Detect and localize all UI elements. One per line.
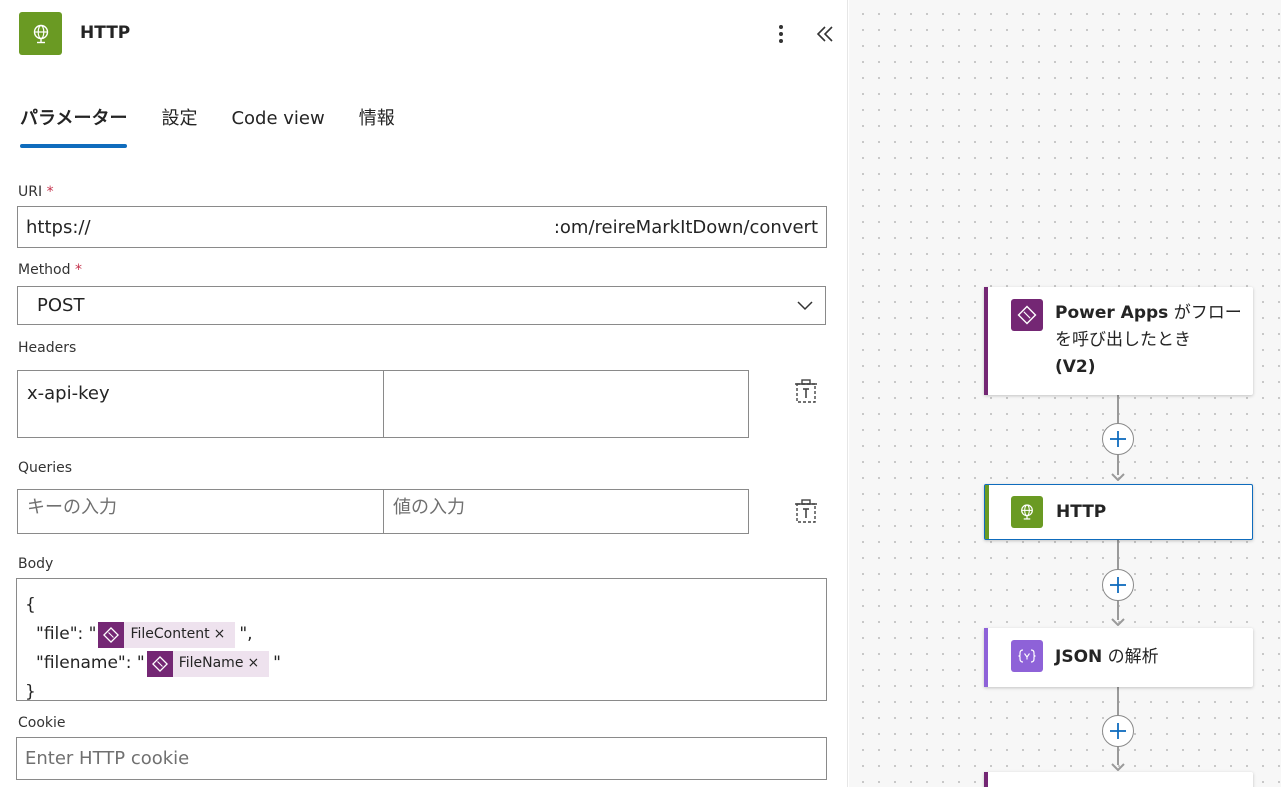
plus-icon [1110, 431, 1126, 447]
step-accent-stripe [984, 287, 988, 395]
uri-label: URI * [18, 184, 54, 200]
tab-about[interactable]: 情報 [359, 104, 395, 148]
flow-step-http[interactable]: HTTP [984, 484, 1253, 540]
step-title: JSON の解析 [1055, 647, 1159, 667]
add-step-button[interactable] [1102, 423, 1134, 455]
flow-step-next[interactable] [984, 772, 1253, 787]
panel-title: HTTP [80, 23, 131, 43]
body-line: } [25, 682, 36, 702]
add-step-button[interactable] [1102, 715, 1134, 747]
method-dropdown[interactable]: POST [17, 286, 826, 325]
tab-parameters[interactable]: パラメーター [20, 104, 128, 148]
uri-value-end: :om/reireMarkItDown/convert [553, 216, 818, 238]
uri-value-start: https:// [26, 216, 91, 238]
headers-label: Headers [18, 340, 77, 356]
delete-header-icon[interactable] [794, 379, 818, 405]
dynamic-content-token[interactable]: FileContent × [98, 620, 236, 649]
dynamic-content-token[interactable]: FileName × [146, 649, 270, 678]
remove-token-icon[interactable]: × [214, 620, 226, 649]
chevron-down-icon [797, 300, 813, 310]
arrow-down-icon [1111, 763, 1125, 771]
header-value-input[interactable] [383, 370, 749, 438]
action-details-panel: HTTP パラメーター 設定 Code view 情報 URI * https:… [0, 0, 848, 787]
body-label: Body [18, 556, 54, 572]
collapse-panel-icon[interactable] [813, 22, 837, 46]
cookie-input[interactable]: Enter HTTP cookie [16, 737, 827, 780]
flow-step-power-apps-trigger[interactable]: Power Apps がフロー を呼び出したとき (V2) [984, 287, 1253, 395]
header-key-input[interactable]: x-api-key [17, 370, 384, 438]
plus-icon [1110, 723, 1126, 739]
remove-token-icon[interactable]: × [247, 649, 259, 678]
cookie-label: Cookie [18, 715, 66, 731]
variable-braces-icon [1011, 640, 1043, 672]
globe-icon [1011, 496, 1043, 528]
flow-step-parse-json[interactable]: JSON の解析 [984, 628, 1253, 687]
add-step-button[interactable] [1102, 569, 1134, 601]
power-apps-icon [146, 650, 173, 677]
power-apps-icon [1011, 299, 1043, 331]
power-apps-icon [98, 621, 125, 648]
body-line: "file": " FileContent × ", [25, 620, 818, 649]
tab-settings[interactable]: 設定 [161, 104, 197, 148]
panel-header: HTTP [0, 0, 848, 70]
more-options-icon[interactable] [770, 22, 792, 46]
plus-icon [1110, 577, 1126, 593]
arrow-down-icon [1111, 473, 1125, 481]
step-title: Power Apps がフロー を呼び出したとき (V2) [1055, 303, 1242, 377]
step-accent-stripe [984, 772, 988, 787]
method-value: POST [37, 295, 85, 316]
delete-query-icon[interactable] [794, 499, 818, 525]
step-accent-stripe [985, 485, 989, 539]
query-key-input[interactable]: キーの入力 [17, 489, 384, 534]
globe-icon [19, 12, 62, 55]
step-accent-stripe [984, 628, 988, 687]
body-editor[interactable]: { "file": " FileContent × ", "filename":… [16, 578, 827, 702]
method-label: Method * [18, 262, 82, 278]
tab-list: パラメーター 設定 Code view 情報 [20, 104, 429, 148]
uri-input[interactable]: https:// :om/reireMarkItDown/convert [17, 206, 827, 248]
tab-code-view[interactable]: Code view [231, 104, 324, 148]
arrow-down-icon [1111, 618, 1125, 626]
step-title: HTTP [1056, 502, 1107, 522]
query-value-input[interactable]: 値の入力 [383, 489, 749, 534]
queries-label: Queries [18, 460, 73, 476]
body-line: "filename": " FileName × " [25, 649, 818, 678]
body-line: { [25, 595, 36, 615]
